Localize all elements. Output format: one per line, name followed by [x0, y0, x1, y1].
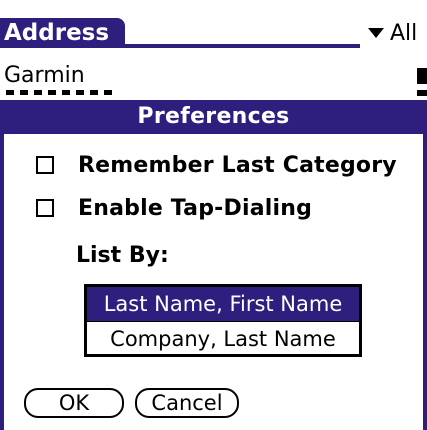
dialog-title: Preferences: [0, 100, 427, 134]
list-item[interactable]: Garmin: [0, 62, 427, 90]
remember-last-category-option[interactable]: Remember Last Category: [36, 150, 397, 180]
enable-tap-dialing-label: Enable Tap-Dialing: [78, 195, 313, 221]
list-item-partial: [0, 90, 427, 96]
category-label: All: [390, 20, 418, 46]
remember-last-category-checkbox[interactable]: [36, 156, 54, 174]
sort-option-company-last[interactable]: Company, Last Name: [87, 322, 359, 356]
sort-order-list[interactable]: Last Name, First Name Company, Last Name: [84, 284, 362, 357]
enable-tap-dialing-option[interactable]: Enable Tap-Dialing: [36, 193, 312, 223]
triangle-down-icon: [368, 28, 384, 38]
app-title-tab[interactable]: Address: [0, 18, 125, 48]
sort-option-last-first[interactable]: Last Name, First Name: [87, 287, 359, 322]
remember-last-category-label: Remember Last Category: [78, 152, 397, 178]
category-picker[interactable]: All: [368, 18, 417, 48]
note-flag-icon: [417, 90, 427, 96]
cancel-button[interactable]: Cancel: [135, 388, 239, 418]
app-header: Address All: [0, 18, 427, 48]
note-flag-icon: [417, 68, 427, 84]
preferences-dialog: Preferences Remember Last Category Enabl…: [0, 100, 427, 430]
list-by-label: List By:: [76, 243, 169, 268]
ok-button[interactable]: OK: [24, 388, 124, 418]
record-name: Garmin: [4, 63, 85, 88]
enable-tap-dialing-checkbox[interactable]: [36, 199, 54, 217]
title-rule: [120, 44, 360, 48]
partial-record-text: [6, 90, 116, 95]
app-title: Address: [4, 20, 110, 46]
